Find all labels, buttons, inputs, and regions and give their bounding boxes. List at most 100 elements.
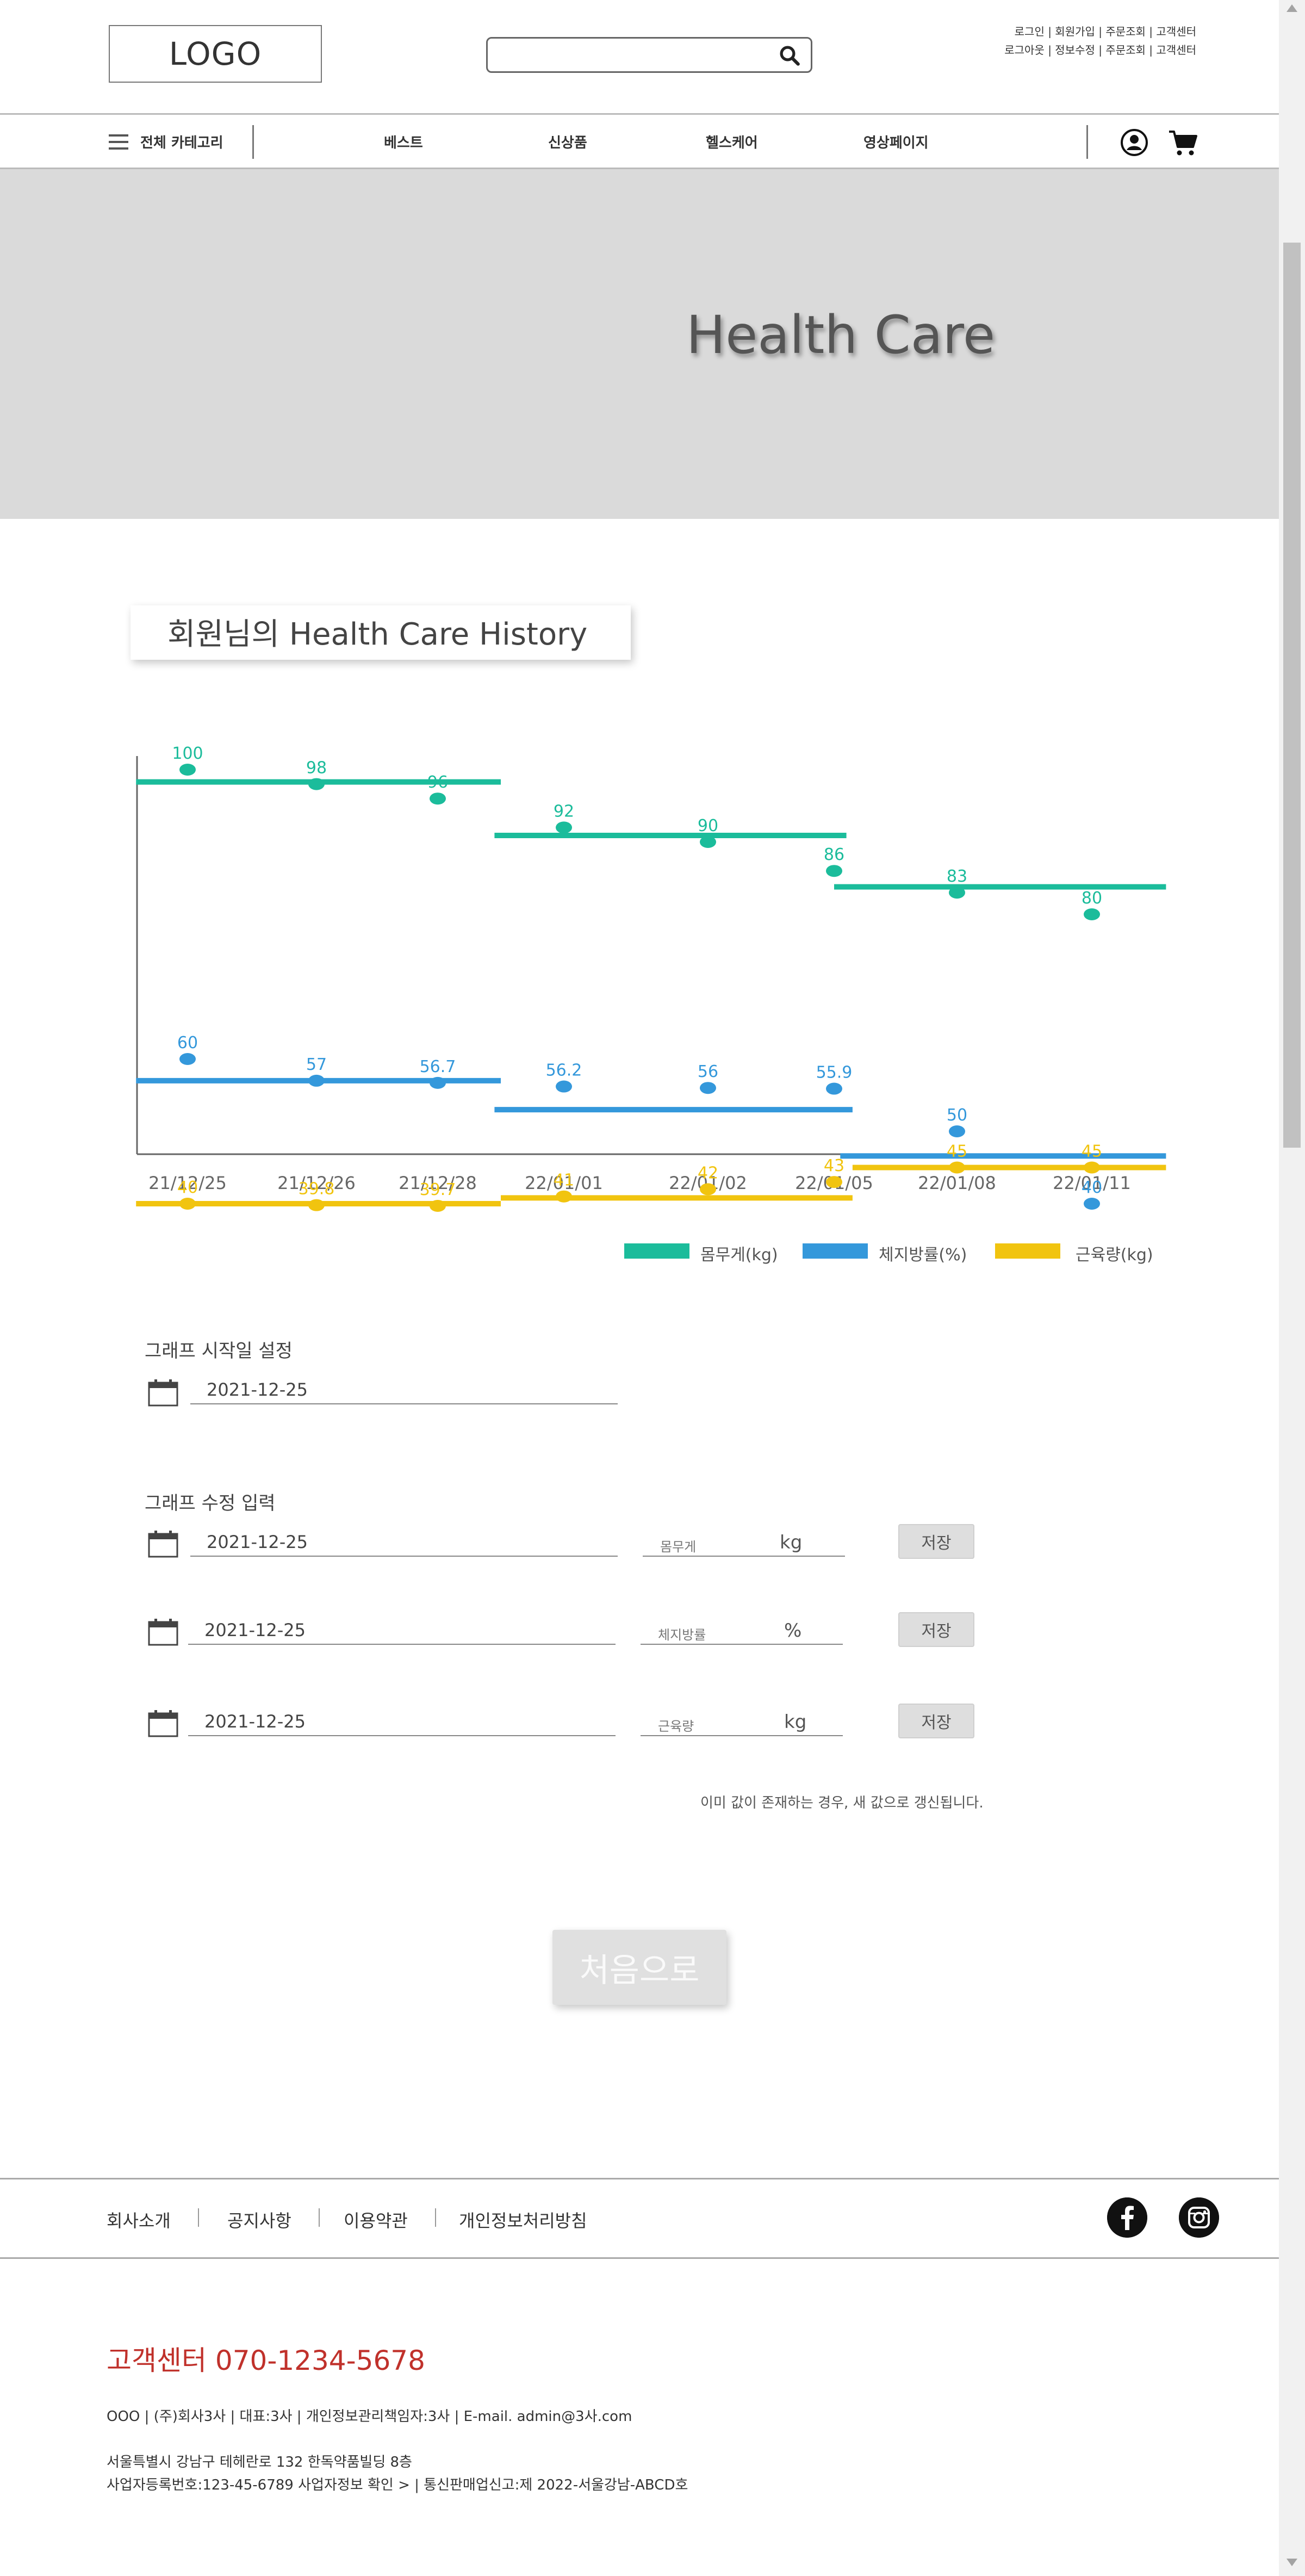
muscle-value-input[interactable]: 근육량 kg [641,1708,843,1736]
footer-separator [319,2208,320,2227]
nav-separator [1086,125,1088,159]
calendar-icon[interactable] [148,1378,178,1407]
all-categories-button[interactable]: 전체 카테고리 [140,132,223,152]
data-label-weight: 92 [554,802,574,821]
data-point-muscle [1084,1161,1100,1174]
data-point-muscle [949,1161,965,1174]
data-point-weight [700,836,716,848]
data-point-weight [949,887,965,899]
footer-link-privacy[interactable]: 개인정보처리방침 [459,2207,587,2232]
cart-icon[interactable] [1168,129,1198,157]
update-note: 이미 값이 존재하는 경우, 새 값으로 갱신됩니다. [700,1795,984,1811]
legend-label-weight: 몸무게(kg) [700,1246,778,1265]
footer-link-about[interactable]: 회사소개 [107,2207,171,2232]
muscle-unit: kg [784,1711,807,1733]
menu-icon[interactable] [109,134,128,150]
search-input[interactable] [486,37,812,73]
scroll-up-arrow[interactable] [1287,4,1297,12]
data-point-weight [308,778,325,790]
data-point-weight [430,792,446,805]
start-date-input[interactable] [190,1376,618,1404]
home-button[interactable]: 처음으로 [552,1930,726,2005]
data-point-bodyfat [949,1125,965,1137]
data-point-bodyfat [700,1082,716,1094]
data-point-bodyfat [308,1074,325,1087]
data-point-bodyfat [556,1080,572,1093]
muscle-field-label: 근육량 [658,1719,694,1734]
data-label-muscle: 41 [554,1171,574,1190]
history-title: 회원님의 Health Care History [167,617,588,652]
footer-separator [198,2208,199,2227]
data-label-bodyfat: 60 [177,1033,198,1052]
x-tick-label: 21/12/28 [399,1173,477,1193]
legend-label-muscle: 근육량(kg) [1076,1246,1153,1265]
nav-item-video[interactable]: 영상페이지 [863,132,929,152]
footer-divider-top [0,2178,1279,2179]
muscle-date-input[interactable] [188,1708,616,1736]
calendar-icon[interactable] [148,1709,178,1737]
weight-save-button[interactable]: 저장 [898,1524,974,1559]
data-point-muscle [430,1199,446,1212]
data-label-muscle: 39.7 [420,1180,456,1199]
util-links-logout[interactable]: 로그아웃 | 정보수정 | 주문조회 | 고객센터 [1004,41,1196,57]
x-tick-label: 21/12/25 [148,1173,227,1193]
instagram-icon[interactable] [1179,2197,1219,2238]
data-label-bodyfat: 56 [698,1062,718,1081]
legend-label-bodyfat: 체지방률(%) [879,1246,967,1265]
x-tick-label: 22/01/02 [669,1173,747,1193]
data-label-weight: 80 [1082,889,1102,908]
hero-banner [0,169,1279,519]
footer-divider-bottom [0,2257,1279,2259]
footer-separator [435,2208,436,2227]
scrollbar-thumb[interactable] [1283,243,1301,1148]
data-point-weight [1084,908,1100,920]
weight-field-label: 몸무게 [660,1539,697,1555]
data-label-weight: 86 [824,845,844,864]
bodyfat-date-input[interactable] [188,1617,616,1645]
data-label-muscle: 42 [698,1163,718,1182]
nav-item-new[interactable]: 신상품 [548,132,587,152]
x-tick-label: 22/01/01 [525,1173,603,1193]
nav-separator [252,125,254,159]
facebook-icon[interactable] [1107,2197,1147,2238]
footer-link-terms[interactable]: 이용약관 [344,2207,408,2232]
user-icon[interactable] [1120,128,1148,157]
bodyfat-value-input[interactable]: 체지방률 % [641,1617,843,1645]
data-point-weight [826,865,842,877]
data-label-weight: 90 [698,816,718,835]
data-point-bodyfat [179,1053,196,1065]
start-date-section-label: 그래프 시작일 설정 [145,1340,293,1362]
bodyfat-save-button[interactable]: 저장 [898,1612,974,1647]
data-label-bodyfat: 50 [947,1106,967,1125]
company-info-line2: 서울특별시 강남구 테헤란로 132 한독약품빌딩 8층 [107,2454,412,2470]
edit-section-label: 그래프 수정 입력 [145,1493,276,1514]
data-label-bodyfat: 56.2 [546,1061,582,1080]
util-links-login[interactable]: 로그인 | 회원가입 | 주문조회 | 고객센터 [1015,23,1196,39]
data-point-weight [556,821,572,834]
weight-value-input[interactable]: 몸무게 kg [643,1528,845,1557]
nav-item-healthcare[interactable]: 헬스케어 [706,132,758,152]
data-point-weight [179,764,196,776]
calendar-icon[interactable] [148,1618,178,1646]
x-tick-label: 22/01/05 [795,1173,873,1193]
data-point-muscle [700,1183,716,1196]
search-icon[interactable] [778,44,801,67]
weight-date-input[interactable] [190,1528,618,1557]
data-point-bodyfat [826,1082,842,1095]
footer-link-notice[interactable]: 공지사항 [227,2207,291,2232]
company-info-line3: 사업자등록번호:123-45-6789 사업자정보 확인 > | 통신판매업신고… [107,2477,688,2493]
calendar-icon[interactable] [148,1530,178,1558]
data-label-weight: 96 [427,773,448,792]
weight-unit: kg [780,1532,803,1553]
logo[interactable]: LOGO [109,25,322,83]
hero-title: Health Care [686,305,996,366]
data-point-muscle [179,1198,196,1210]
muscle-save-button[interactable]: 저장 [898,1704,974,1738]
data-point-muscle [556,1190,572,1203]
data-label-bodyfat: 57 [306,1055,327,1074]
scroll-down-arrow[interactable] [1287,2559,1297,2566]
company-info-line1: OOO | (주)회사3사 | 대표:3사 | 개인정보관리책임자:3사 | E… [107,2408,632,2425]
data-label-muscle: 45 [1082,1142,1102,1161]
nav-item-best[interactable]: 베스트 [384,132,423,152]
legend-swatch-weight [624,1243,689,1259]
